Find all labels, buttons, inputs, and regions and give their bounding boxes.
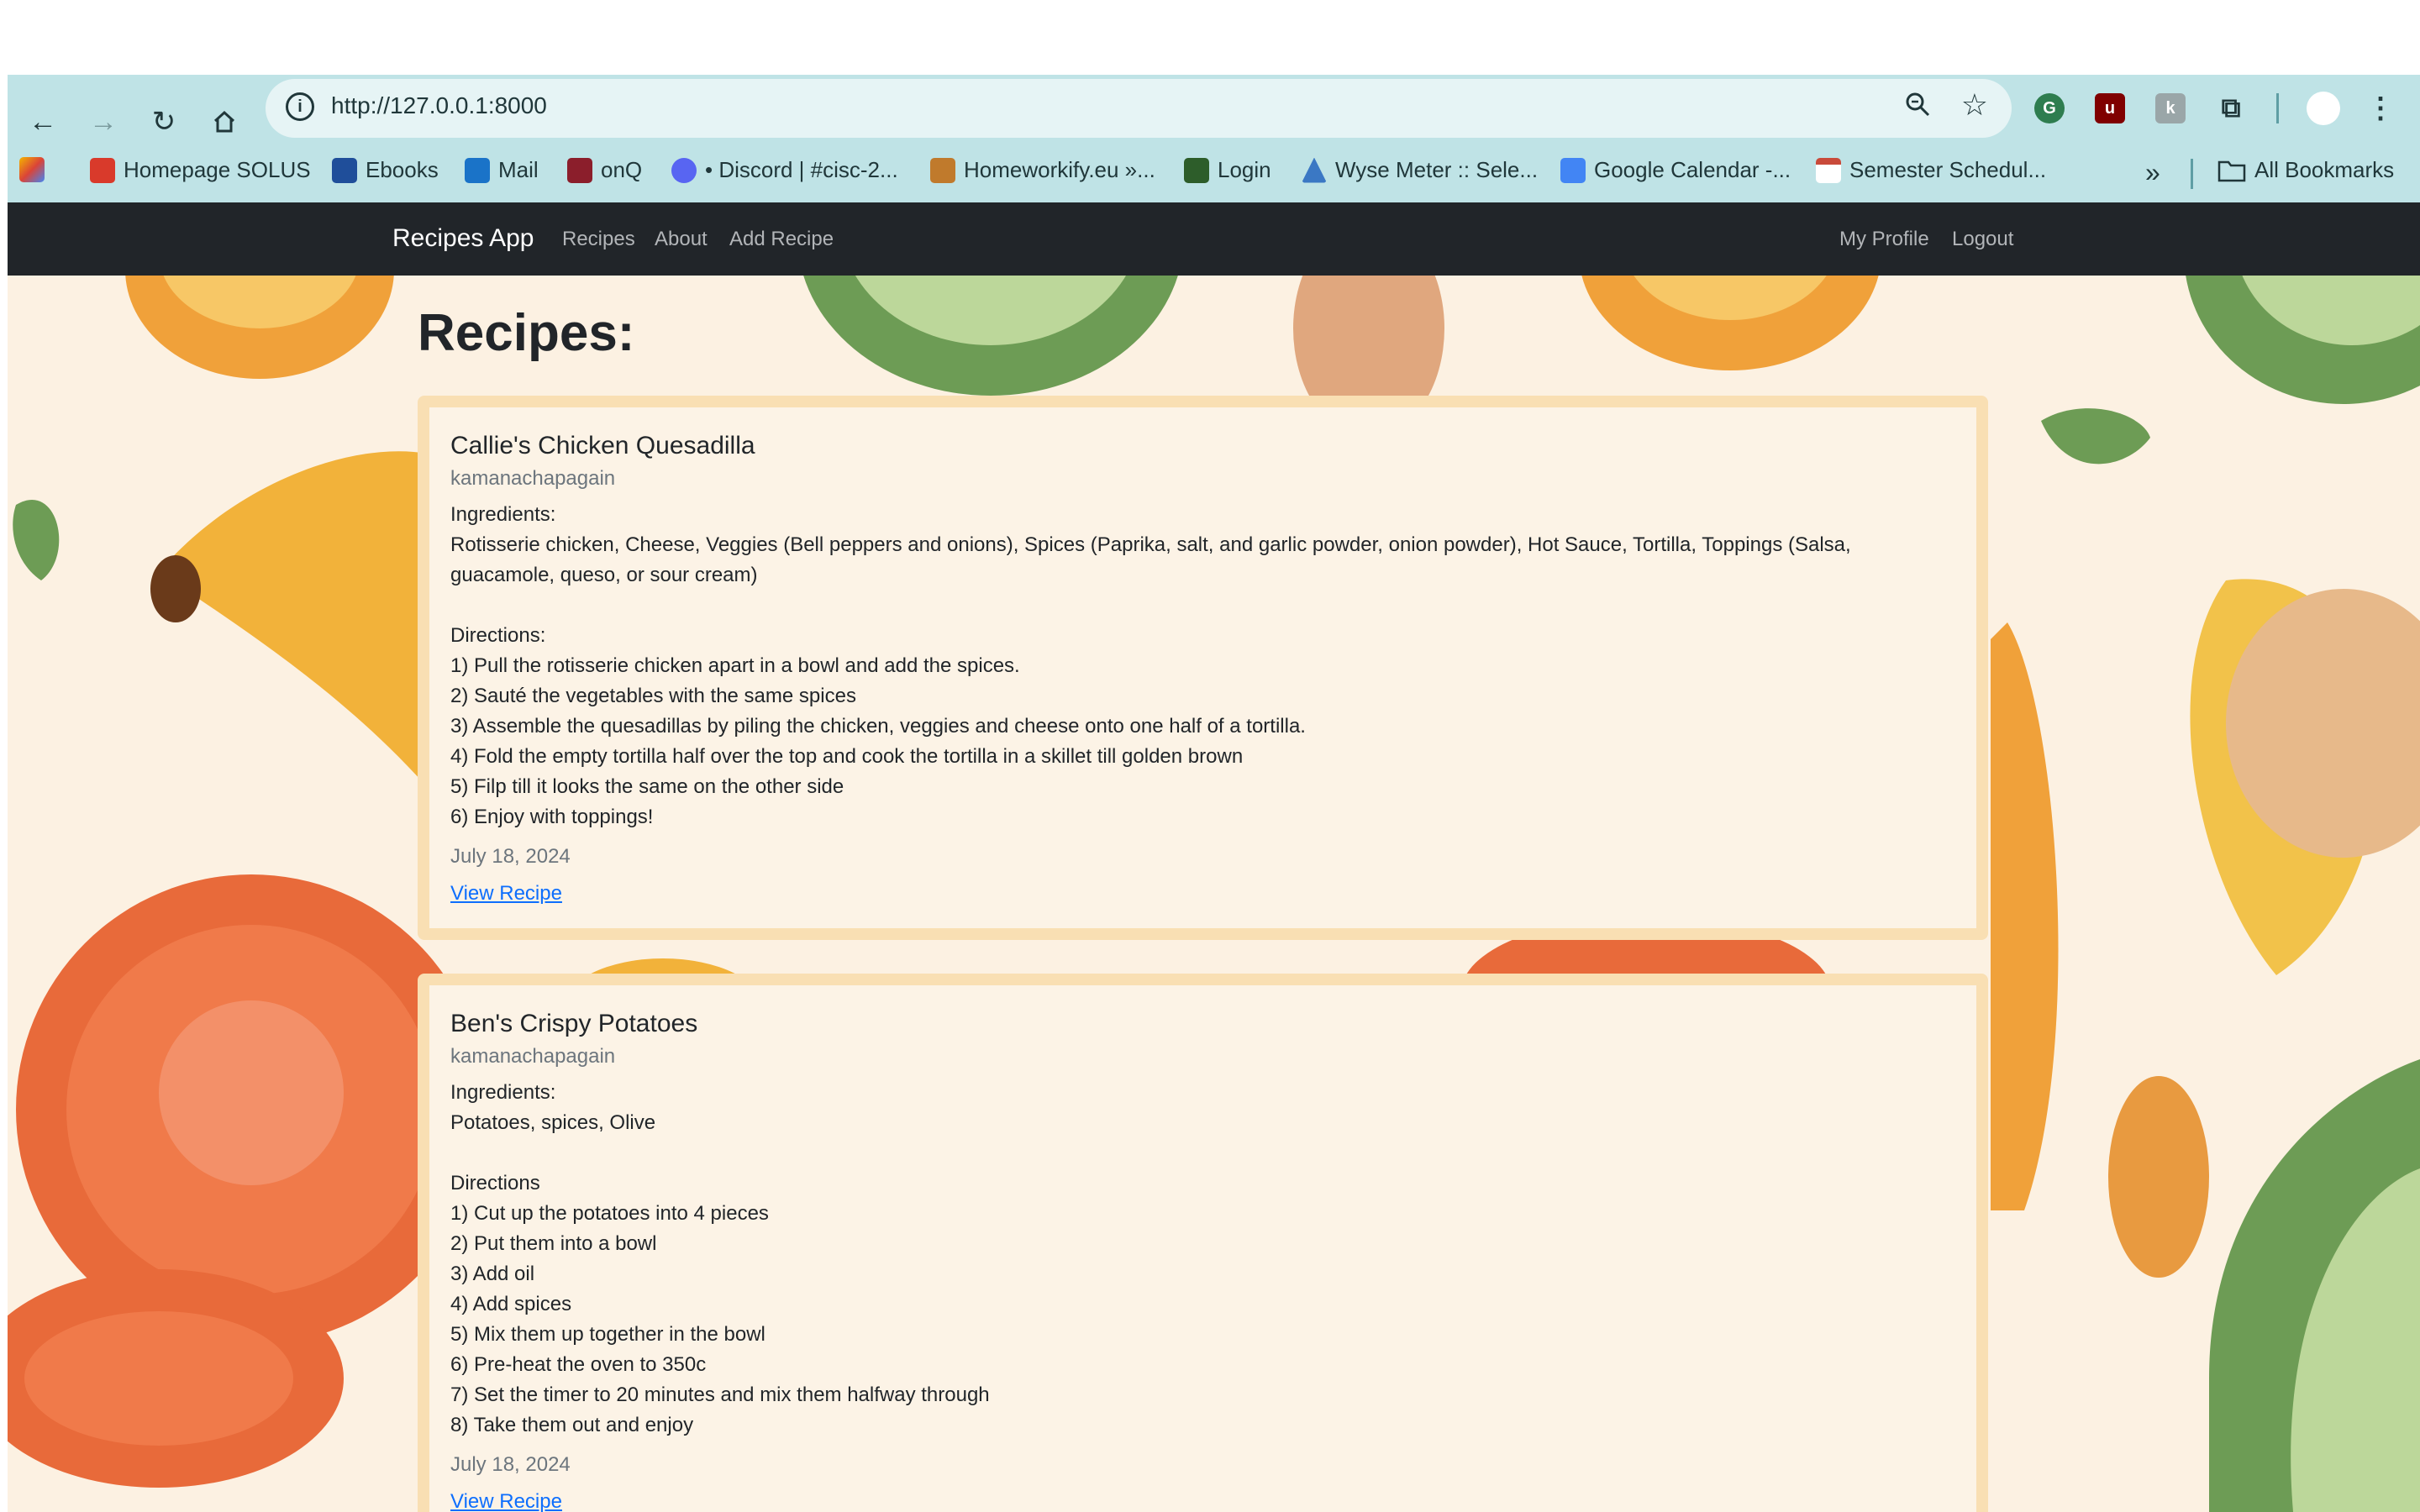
ebooks-icon (332, 157, 357, 183)
bookmarks-bar: Homepage SOLUS Ebooks Mail onQ • Discord… (8, 149, 2420, 201)
solus-icon (90, 157, 115, 183)
bookmark-item[interactable]: Homeworkify.eu »... (930, 157, 1155, 183)
bookmark-item[interactable]: • Discord | #cisc-2... (671, 157, 898, 183)
ublock-extension-icon[interactable]: u (2095, 93, 2125, 123)
bookmark-apps[interactable] (19, 157, 45, 182)
bookmarks-overflow-icon[interactable]: » (2145, 157, 2160, 188)
top-navbar: Recipes App Recipes About Add Recipe My … (8, 202, 2420, 276)
nav-link-my-profile[interactable]: My Profile (1839, 228, 1929, 251)
bookmark-item[interactable]: Login (1184, 157, 1271, 183)
browser-toolbar: ← → ↻ i http://127.0.0.1:8000 ☆ G u k ⧉ … (8, 75, 2420, 202)
puzzle-extensions-icon[interactable]: ⧉ (2216, 92, 2246, 123)
recipe-title: Callie's Chicken Quesadilla (450, 432, 755, 459)
recipe-author: kamanachapagain (450, 1045, 616, 1068)
bookmark-item[interactable]: Ebooks (332, 157, 439, 183)
bookmark-item[interactable]: onQ (567, 157, 642, 183)
homeworkify-icon (930, 157, 955, 183)
bookmark-item[interactable]: Homepage SOLUS (90, 157, 311, 183)
bookmarks-divider (2191, 159, 2193, 189)
address-bar[interactable]: i http://127.0.0.1:8000 ☆ (266, 79, 2012, 138)
recipe-card: Ben's Crispy Potatoes kamanachapagain In… (418, 974, 1988, 1512)
folder-icon (2217, 160, 2246, 181)
all-bookmarks-button[interactable]: All Bookmarks (2217, 157, 2394, 183)
nav-link-recipes[interactable]: Recipes (562, 228, 635, 251)
profile-avatar[interactable] (2307, 92, 2340, 125)
recipe-title: Ben's Crispy Potatoes (450, 1010, 698, 1037)
recipe-date: July 18, 2024 (450, 845, 571, 868)
recipe-body: Ingredients: Potatoes, spices, Olive Dir… (450, 1081, 990, 1436)
nav-link-logout[interactable]: Logout (1952, 228, 2013, 251)
bookmark-star-icon[interactable]: ☆ (1961, 87, 1988, 123)
brand-link[interactable]: Recipes App (392, 224, 534, 253)
page-viewport: Recipes App Recipes About Add Recipe My … (8, 202, 2420, 1512)
more-menu-icon[interactable]: ⋮ (2365, 92, 2396, 124)
mail-icon (465, 157, 490, 183)
bookmark-item[interactable]: Wyse Meter :: Sele... (1302, 157, 1538, 183)
home-icon[interactable] (201, 98, 248, 145)
onq-icon (567, 157, 592, 183)
toolbar-divider (2276, 93, 2279, 123)
nav-link-about[interactable]: About (655, 228, 708, 251)
recipe-body: Ingredients: Rotisserie chicken, Cheese,… (450, 503, 1851, 828)
address-url[interactable]: http://127.0.0.1:8000 (331, 92, 547, 119)
view-recipe-link[interactable]: View Recipe (450, 1488, 562, 1512)
login-icon (1184, 157, 1209, 183)
extension-icon[interactable]: k (2155, 93, 2186, 123)
apps-icon (19, 157, 45, 182)
bookmark-item[interactable]: Google Calendar -... (1560, 157, 1791, 183)
bookmark-item[interactable]: Semester Schedul... (1816, 157, 2046, 183)
discord-icon (671, 157, 697, 183)
reload-icon[interactable]: ↻ (140, 98, 187, 145)
nav-link-add-recipe[interactable]: Add Recipe (729, 228, 834, 251)
bookmark-item[interactable]: Mail (465, 157, 539, 183)
schedule-icon (1816, 157, 1841, 183)
site-info-icon[interactable]: i (286, 92, 314, 121)
wyse-icon (1302, 157, 1327, 183)
grammarly-extension-icon[interactable]: G (2034, 93, 2065, 123)
view-recipe-link[interactable]: View Recipe (450, 879, 562, 908)
recipe-date: July 18, 2024 (450, 1453, 571, 1476)
forward-icon[interactable]: → (80, 98, 127, 145)
zoom-icon[interactable] (1904, 91, 1931, 124)
calendar-icon (1560, 157, 1586, 183)
recipe-author: kamanachapagain (450, 467, 616, 490)
back-icon[interactable]: ← (19, 98, 66, 145)
page-title: Recipes: (418, 304, 635, 362)
recipe-card: Callie's Chicken Quesadilla kamanachapag… (418, 396, 1988, 940)
